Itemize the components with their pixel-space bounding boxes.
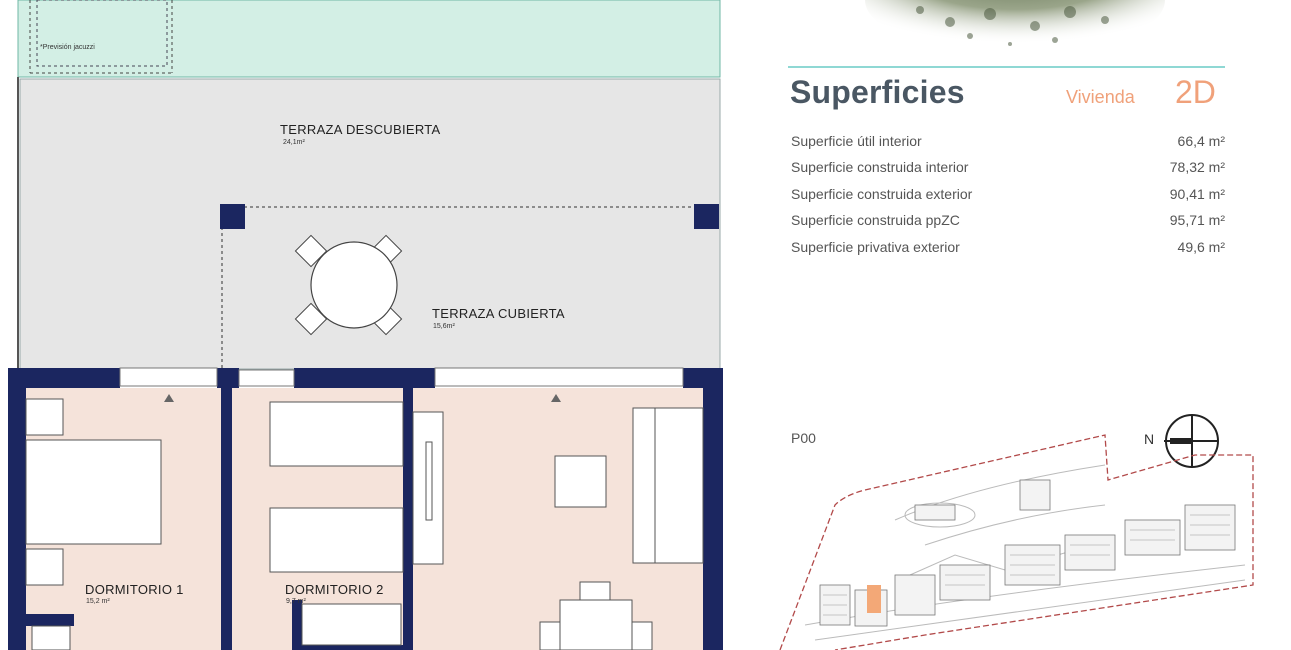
title-rule bbox=[788, 66, 1225, 68]
double-bed bbox=[25, 439, 162, 545]
area-row-label: Superficie construida ppZC bbox=[791, 212, 960, 228]
dining-table-outdoor bbox=[294, 234, 403, 336]
bedroom1-label: DORMITORIO 1 bbox=[85, 582, 184, 597]
bedroom1-area: 15,2 m² bbox=[86, 598, 110, 605]
pillar-right bbox=[694, 204, 719, 229]
area-row-value: 90,41 m² bbox=[1169, 186, 1225, 202]
terrace-covered-area: 15,6m² bbox=[433, 323, 455, 330]
bedroom2-label: DORMITORIO 2 bbox=[285, 582, 384, 597]
area-row-value: 95,71 m² bbox=[1169, 212, 1225, 228]
single-bed bbox=[269, 507, 404, 573]
area-row-value: 66,4 m² bbox=[1177, 133, 1225, 149]
site-boundary bbox=[779, 434, 1254, 650]
bedroom2-area: 9,7 m² bbox=[286, 598, 306, 605]
nightstand bbox=[25, 548, 64, 586]
floor-plan bbox=[8, 0, 723, 650]
coffee-table bbox=[554, 455, 607, 508]
nightstand bbox=[25, 398, 64, 436]
dining-chair bbox=[539, 621, 561, 650]
window-bedroom1 bbox=[119, 367, 218, 387]
wardrobe bbox=[301, 603, 402, 646]
area-row-value: 78,32 m² bbox=[1169, 159, 1225, 175]
area-row-label: Superficie privativa exterior bbox=[791, 239, 960, 255]
unit-label: Vivienda bbox=[1066, 87, 1135, 107]
highlighted-unit bbox=[867, 585, 881, 613]
pillar-left bbox=[220, 204, 245, 229]
window-living bbox=[434, 367, 684, 387]
unit-code: 2D bbox=[1175, 74, 1216, 110]
area-row-label: Superficie útil interior bbox=[791, 133, 922, 149]
sofa bbox=[632, 407, 704, 564]
terrace-open-area: 24,1m² bbox=[283, 139, 305, 146]
summary-title: Superficies bbox=[790, 74, 965, 110]
jacuzzi-note: *Previsión jacuzzi bbox=[40, 44, 95, 51]
dining-table bbox=[559, 599, 633, 650]
single-bed bbox=[269, 401, 404, 467]
terrace-open-label: TERRAZA DESCUBIERTA bbox=[280, 122, 441, 137]
area-row-label: Superficie construida exterior bbox=[791, 186, 973, 202]
dining-chair bbox=[579, 581, 611, 603]
vegetation-image bbox=[865, 0, 1165, 55]
area-row-label: Superficie construida interior bbox=[791, 159, 969, 175]
window-bedroom2 bbox=[238, 369, 295, 387]
area-row-value: 49,6 m² bbox=[1177, 239, 1225, 255]
dining-chair bbox=[631, 621, 653, 650]
wardrobe bbox=[31, 625, 71, 650]
garden-area bbox=[17, 0, 721, 78]
site-map bbox=[779, 434, 1254, 650]
terrace-covered-label: TERRAZA CUBIERTA bbox=[432, 306, 565, 321]
